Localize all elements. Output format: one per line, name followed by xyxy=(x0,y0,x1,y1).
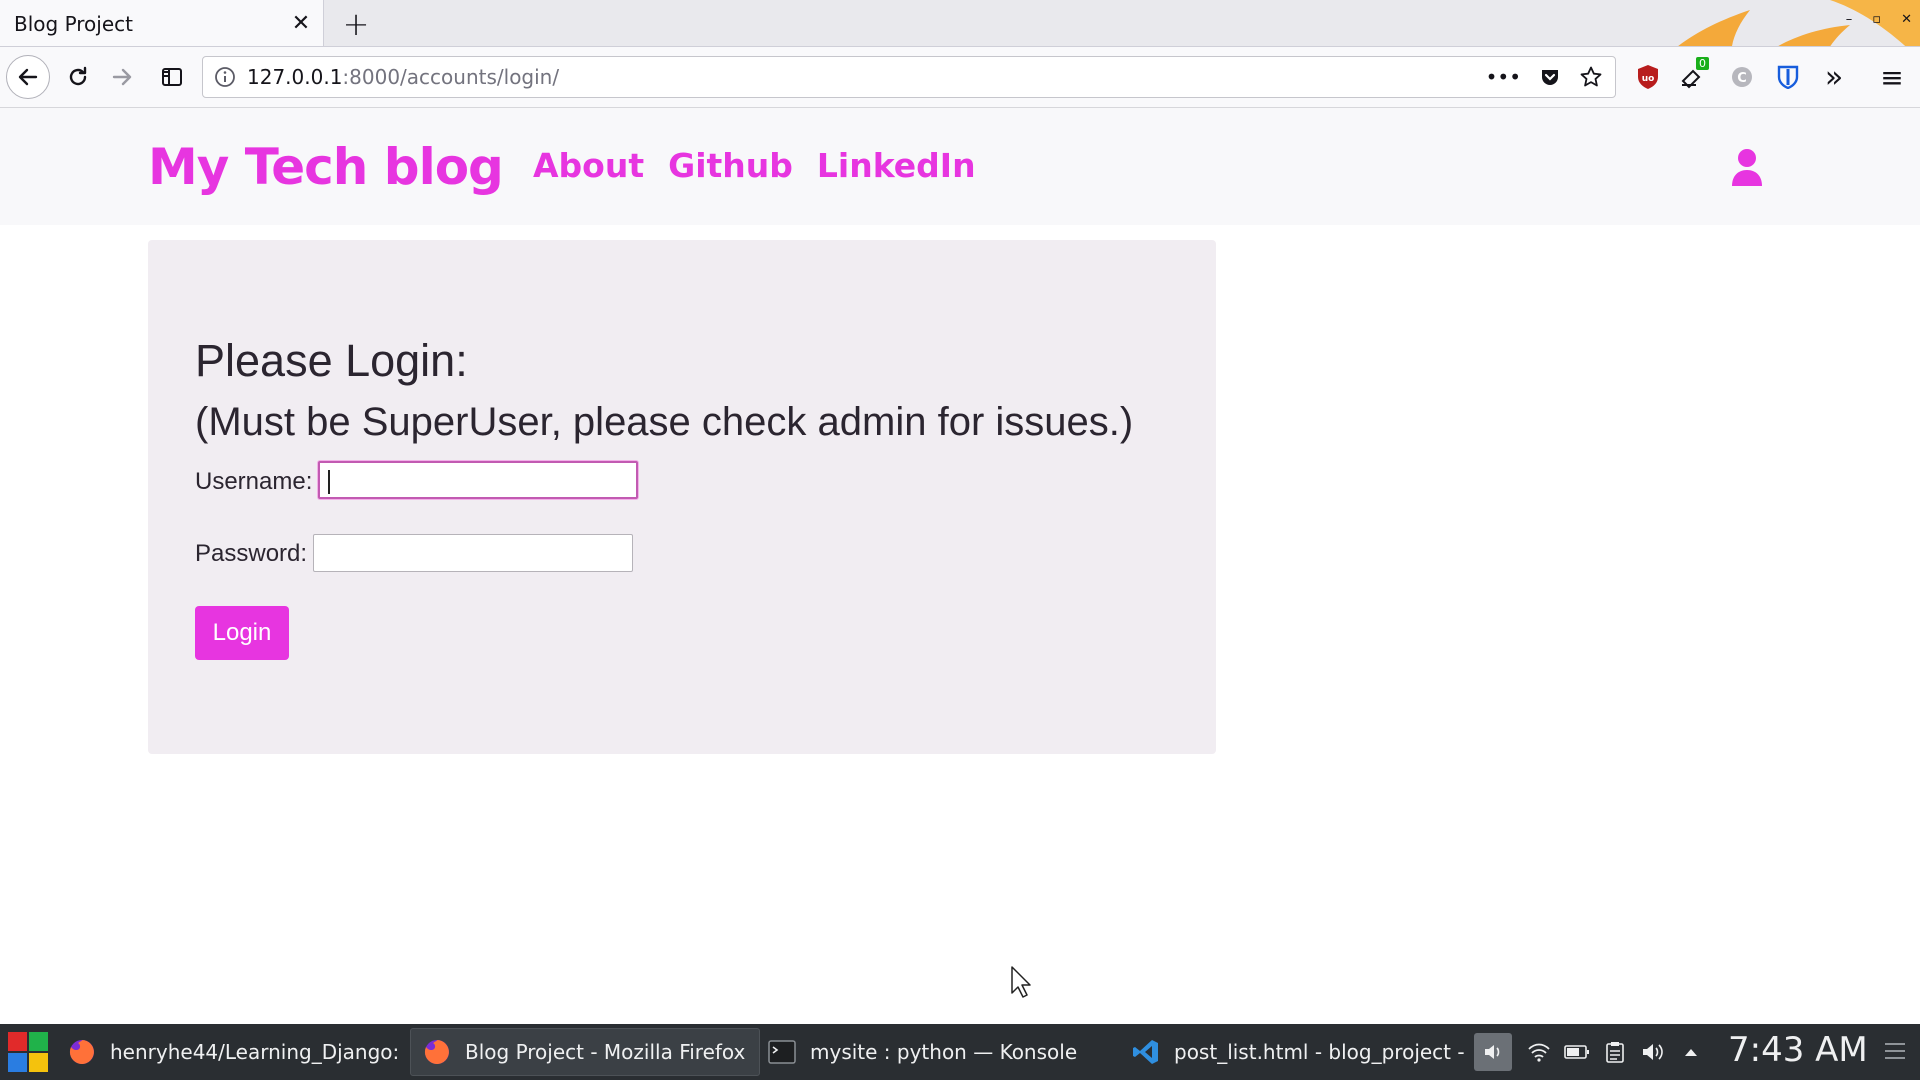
site-info-icon[interactable] xyxy=(203,66,247,88)
grey-extension-icon[interactable]: C xyxy=(1726,61,1758,93)
clipboard-icon[interactable] xyxy=(1596,1033,1634,1071)
login-title: Please Login: xyxy=(195,335,468,386)
vscode-icon xyxy=(1133,1040,1158,1064)
user-icon[interactable] xyxy=(1730,148,1764,188)
mouse-cursor-icon xyxy=(1011,966,1031,998)
ublock-icon[interactable]: uo xyxy=(1632,61,1664,93)
task-blog-project-firefox[interactable]: Blog Project - Mozilla Firefox xyxy=(410,1028,760,1076)
task-konsole[interactable]: mysite : python — Konsole xyxy=(756,1028,1106,1076)
text-caret xyxy=(328,470,330,494)
nav-link-linkedin[interactable]: LinkedIn xyxy=(817,146,976,185)
bookmark-star-icon[interactable] xyxy=(1579,65,1603,89)
system-tray xyxy=(1474,1024,1710,1080)
username-input[interactable] xyxy=(318,461,638,499)
tab-close-icon[interactable]: ✕ xyxy=(283,6,319,42)
firefox-icon xyxy=(69,1040,94,1064)
taskbar-clock[interactable]: 7:43 AM xyxy=(1728,1030,1868,1070)
url-text: 127.0.0.1:8000/accounts/login/ xyxy=(247,65,1486,89)
terminal-icon xyxy=(768,1040,796,1064)
svg-text:uo: uo xyxy=(1642,74,1655,84)
url-host: 127.0.0.1 xyxy=(247,65,343,89)
tray-expand-icon[interactable] xyxy=(1672,1033,1710,1071)
speaker-icon[interactable] xyxy=(1634,1033,1672,1071)
password-input[interactable] xyxy=(313,534,633,572)
volume-applet-icon[interactable] xyxy=(1474,1033,1512,1071)
maximize-icon[interactable]: ▫ xyxy=(1872,12,1881,27)
battery-icon[interactable] xyxy=(1558,1033,1596,1071)
task-label: post_list.html - blog_project - Vi... xyxy=(1174,1040,1470,1064)
task-label: mysite : python — Konsole xyxy=(810,1040,1078,1064)
overflow-menu-icon[interactable]: » xyxy=(1818,60,1850,95)
site-header: My Tech blog About Github LinkedIn xyxy=(0,108,1920,225)
reload-button[interactable] xyxy=(56,55,100,99)
nav-link-github[interactable]: Github xyxy=(668,146,793,185)
sidebar-icon xyxy=(162,68,182,86)
pocket-icon[interactable] xyxy=(1539,66,1561,88)
password-label: Password: xyxy=(195,540,308,567)
arrow-right-icon xyxy=(112,68,132,86)
firefox-icon xyxy=(424,1040,449,1064)
login-button[interactable]: Login xyxy=(195,606,289,660)
bitwarden-icon[interactable] xyxy=(1772,61,1804,93)
taskbar: henryhe44/Learning_Django: Li... Blog Pr… xyxy=(0,1024,1920,1080)
url-path: :8000/accounts/login/ xyxy=(342,65,560,89)
window-controls: – ▫ ✕ xyxy=(1846,12,1912,27)
forward-button[interactable] xyxy=(100,55,144,99)
page-actions-icon[interactable]: ••• xyxy=(1486,65,1521,89)
wifi-icon[interactable] xyxy=(1520,1033,1558,1071)
site-nav: About Github LinkedIn xyxy=(533,146,976,185)
minimize-icon[interactable]: – xyxy=(1846,12,1853,27)
browser-tab-strip: Blog Project ✕ + – ▫ ✕ xyxy=(0,0,1920,47)
browser-tab[interactable]: Blog Project ✕ xyxy=(0,0,324,46)
task-label: henryhe44/Learning_Django: Li... xyxy=(110,1040,406,1064)
url-actions: ••• xyxy=(1486,65,1615,89)
svg-text:C: C xyxy=(1737,71,1747,86)
login-subtitle: (Must be SuperUser, please check admin f… xyxy=(195,400,1134,444)
task-vscode[interactable]: post_list.html - blog_project - Vi... xyxy=(1120,1028,1470,1076)
back-button[interactable] xyxy=(6,55,50,99)
browser-toolbar: 127.0.0.1:8000/accounts/login/ ••• uo 0 … xyxy=(0,47,1920,108)
site-brand[interactable]: My Tech blog xyxy=(148,138,504,196)
new-tab-button[interactable]: + xyxy=(336,4,376,44)
panel-menu-icon[interactable] xyxy=(1882,1038,1908,1064)
username-label: Username: xyxy=(195,468,313,495)
task-learning-django[interactable]: henryhe44/Learning_Django: Li... xyxy=(56,1028,406,1076)
extension-badge-icon[interactable]: 0 xyxy=(1678,57,1710,93)
close-window-icon[interactable]: ✕ xyxy=(1901,12,1912,27)
tab-title: Blog Project xyxy=(14,11,133,36)
nav-link-about[interactable]: About xyxy=(533,146,644,185)
login-card: Please Login: (Must be SuperUser, please… xyxy=(148,240,1216,754)
arrow-left-icon xyxy=(18,68,38,86)
hamburger-menu-icon[interactable]: ≡ xyxy=(1876,61,1908,94)
reload-icon xyxy=(69,66,87,86)
start-menu-icon[interactable] xyxy=(6,1030,50,1074)
sidebar-toggle-button[interactable] xyxy=(150,55,194,99)
url-bar[interactable]: 127.0.0.1:8000/accounts/login/ ••• xyxy=(202,56,1616,98)
task-label: Blog Project - Mozilla Firefox xyxy=(465,1040,746,1064)
extension-badge-count: 0 xyxy=(1696,57,1709,70)
